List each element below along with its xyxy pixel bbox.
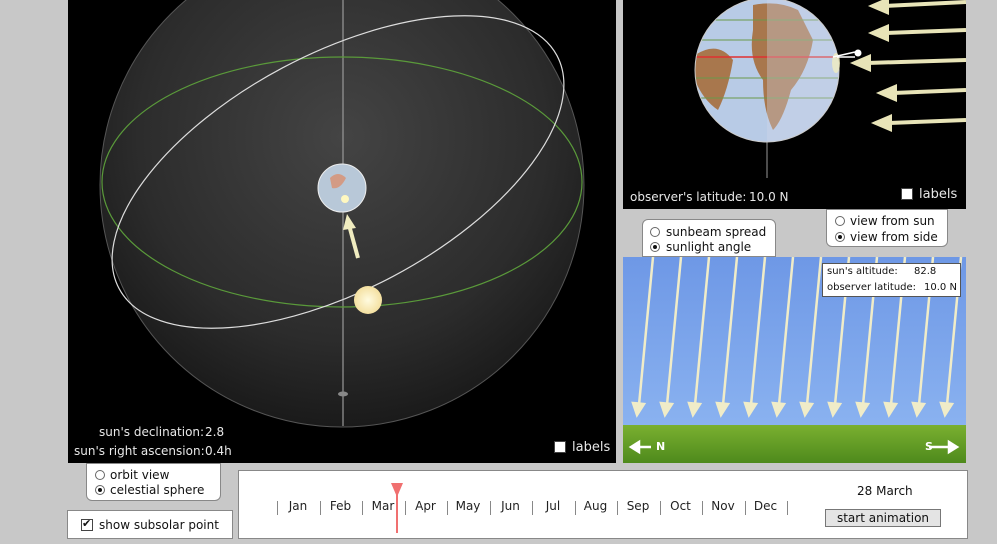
celestial-sphere-graphic[interactable] [68,0,616,463]
celestial-labels-text: labels [572,440,611,455]
month-oct[interactable]: Oct [662,499,700,513]
south-pole-marker [338,391,348,397]
earth-view-panel[interactable]: observer's latitude: 10.0 N labels [623,0,966,209]
subsolar-label[interactable]: show subsolar point [99,518,219,532]
celestial-sphere-label[interactable]: celestial sphere [110,483,204,497]
sunbeam-spread-label[interactable]: sunbeam spread [666,225,766,239]
celestial-sphere-panel[interactable]: sun's declination: 2.8 sun's right ascen… [68,0,616,463]
earth-labels-checkbox[interactable] [901,188,913,200]
sunlight-angle-panel: sun's altitude: 82.8 observer latitude: … [623,257,966,463]
celestial-sphere [99,0,585,428]
current-date: 28 March [857,484,913,498]
sun-altitude-value: 82.8 [914,266,937,277]
declination-value: 2.8 [205,425,225,439]
observer-latitude-label: observer's latitude: [630,190,747,204]
month-tick [574,501,576,515]
sun-info-box: sun's altitude: 82.8 observer latitude: … [822,263,961,297]
right-ascension-value: 0.4h [205,444,232,458]
orbit-view-label[interactable]: orbit view [110,468,169,482]
subsolar-box: show subsolar point [67,510,233,539]
month-tick [362,501,363,515]
sphere-view-options: orbit view celestial sphere [86,463,221,501]
celestial-labels-checkbox[interactable] [554,441,566,453]
view-options-box: view from sun view from side [826,209,948,247]
mode-options-box: sunbeam spread sunlight angle [642,219,776,257]
south-label: S [925,440,933,453]
month-nov[interactable]: Nov [704,499,742,513]
earth-labels-text: labels [919,187,958,202]
sunlight-angle-radio[interactable] [650,242,660,252]
view-from-side-label[interactable]: view from side [850,230,938,244]
month-aug[interactable]: Aug [577,499,615,513]
month-tick [489,501,491,515]
sunbeam-spread-radio[interactable] [650,227,660,237]
month-tick [744,501,746,515]
view-from-sun-label[interactable]: view from sun [850,214,935,228]
sunlight-angle-label[interactable]: sunlight angle [666,240,751,254]
north-label: N [656,440,666,453]
view-from-side-radio[interactable] [835,232,845,242]
view-from-sun-radio[interactable] [835,216,845,226]
right-ascension-label: sun's right ascension: [74,444,205,458]
month-feb[interactable]: Feb [322,499,360,513]
month-sep[interactable]: Sep [619,499,657,513]
month-tick [277,501,278,515]
month-tick [447,501,448,515]
earth-small [317,163,367,213]
observer-latitude-info-value: 10.0 N [924,282,957,293]
month-jun[interactable]: Jun [492,499,530,513]
date-marker[interactable] [389,483,405,535]
timeline-panel: Jan Feb Mar Apr May Jun Jul Aug Sep Oct Nov Dec 28 … [238,470,968,539]
month-dec[interactable]: Dec [747,499,785,513]
start-animation-button[interactable]: start animation [825,509,941,527]
month-jan[interactable]: Jan [279,499,317,513]
celestial-sphere-radio[interactable] [95,485,105,495]
month-tick [319,501,321,515]
declination-label: sun's declination: [99,425,205,439]
month-tick [617,501,618,515]
month-tick [532,501,533,515]
incoming-sun-rays [849,0,966,133]
sun-marker [354,286,382,314]
month-tick [702,501,703,515]
sun-altitude-label: sun's altitude: [827,266,898,277]
month-tick [787,501,788,515]
subsolar-checkbox[interactable] [81,517,93,531]
month-tick [659,501,661,515]
month-jul[interactable]: Jul [534,499,572,513]
earth-view-graphic [694,0,966,178]
month-may[interactable]: May [449,499,487,513]
month-apr[interactable]: Apr [407,499,445,513]
observer-latitude-info-label: observer latitude: [827,282,917,293]
orbit-view-radio[interactable] [95,470,105,480]
observer-latitude-value: 10.0 N [749,190,789,204]
